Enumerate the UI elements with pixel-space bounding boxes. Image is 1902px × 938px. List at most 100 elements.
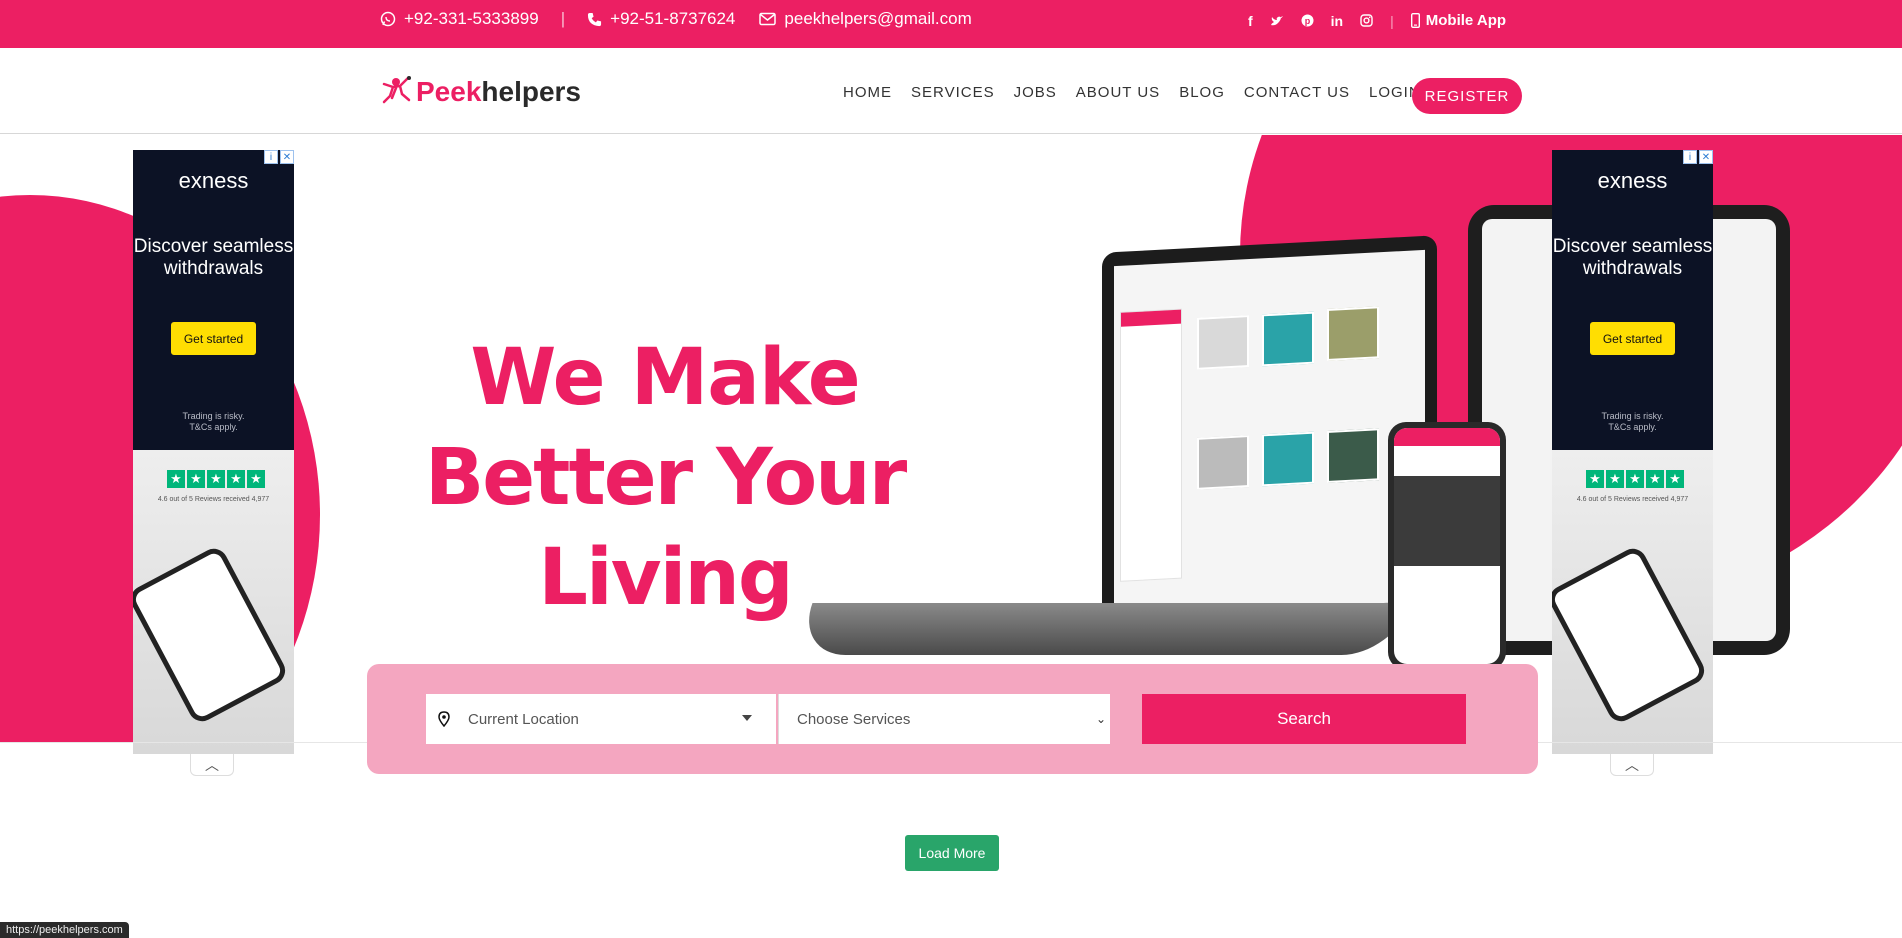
nav-about-us[interactable]: ABOUT US [1076,84,1160,101]
phone-header [1394,428,1500,446]
mobile-app-link[interactable]: Mobile App [1410,12,1507,29]
hero-headline-line2: Better Your Living [424,433,907,623]
star-icon: ★ [247,470,265,488]
mobile-app-label: Mobile App [1425,12,1507,29]
ad-cta-button[interactable]: Get started [171,322,256,355]
close-icon[interactable]: ✕ [1699,150,1713,164]
mobile-phone-icon [1410,13,1420,28]
phone-mockup [1388,422,1506,670]
ad-controls: i ✕ [1683,150,1713,164]
search-button[interactable]: Search [1142,694,1466,744]
phone-screen [1394,428,1500,664]
ad-banner-right[interactable]: i ✕ exness Discover seamless withdrawals… [1552,150,1713,754]
ad-review-text: 4.6 out of 5 Reviews received 4,977 [1576,496,1689,503]
ad-info-icon[interactable]: i [1683,150,1697,164]
svg-text:p: p [1304,16,1310,26]
laptop-card-image [1262,311,1314,367]
caret-down-icon [742,715,752,721]
ad-risk-note: Trading is risky. T&Cs apply. [133,411,294,433]
laptop-card-image [1327,428,1379,483]
location-select[interactable]: Current Location [426,694,776,744]
laptop-sidebar [1120,308,1182,582]
star-icon: ★ [187,470,205,488]
close-icon[interactable]: ✕ [280,150,294,164]
ad-cta-button[interactable]: Get started [1590,322,1675,355]
whatsapp-number: +92-331-5333899 [404,9,539,28]
ad-lower-panel: ★ ★ ★ ★ ★ 4.6 out of 5 Reviews received 4,97… [1552,450,1713,754]
ad-lower-panel: ★ ★ ★ ★ ★ 4.6 out of 5 Reviews received 4,97… [133,450,294,754]
star-icon: ★ [1666,470,1684,488]
ad-brand: exness [178,168,249,193]
ad-banner-left[interactable]: i ✕ exness Discover seamless withdrawals… [133,150,294,754]
ad-brand: exness [1597,168,1668,193]
pinterest-icon[interactable]: p [1301,14,1314,27]
nav-blog[interactable]: BLOG [1179,84,1225,101]
location-pin-icon [438,711,454,727]
star-icon: ★ [1586,470,1604,488]
ad-message: Discover seamless withdrawals [1552,236,1713,279]
hero-headline: We Make Better Your Living [305,328,1025,628]
logo-text-helpers: helpers [481,75,582,107]
main-menu: HOME SERVICES JOBS ABOUT US BLOG CONTACT… [843,84,1421,101]
top-contact-bar: +92-331-5333899 | +92-51-8737624 peekhel… [0,0,1902,48]
star-icon: ★ [207,470,225,488]
star-icon: ★ [1626,470,1644,488]
location-placeholder: Current Location [468,710,579,728]
main-navbar: Peek helpers HOME SERVICES JOBS ABOUT US… [0,48,1902,134]
contact-list: +92-331-5333899 | +92-51-8737624 peekhel… [380,9,972,29]
facebook-icon[interactable]: f [1248,13,1253,29]
ad-info-icon[interactable]: i [264,150,278,164]
twitter-icon[interactable] [1270,15,1284,27]
laptop-sidebar-header [1121,309,1181,327]
whatsapp-contact[interactable]: +92-331-5333899 [380,9,539,29]
phone-services-panel [1394,476,1500,566]
ad-risk-note: Trading is risky. T&Cs apply. [1552,411,1713,433]
linkedin-icon[interactable]: in [1331,13,1343,29]
chevron-up-icon[interactable]: ︿ [1610,754,1654,776]
envelope-icon [759,12,777,26]
ad-risk-line: Trading is risky. [182,411,245,421]
helper-mascot-icon [380,74,412,109]
register-button[interactable]: REGISTER [1412,78,1522,114]
star-icon: ★ [227,470,245,488]
ad-phone-image [1552,543,1710,727]
services-select[interactable]: Choose Services ⌄ [778,694,1110,744]
site-logo[interactable]: Peek helpers [380,74,581,109]
star-icon: ★ [167,470,185,488]
ad-risk-line: Trading is risky. [1601,411,1664,421]
laptop-card-image [1197,315,1249,370]
divider: | [1390,12,1394,29]
instagram-icon[interactable] [1360,14,1373,27]
search-panel: Current Location Choose Services ⌄ Searc… [367,664,1538,774]
laptop-base [793,603,1413,655]
status-bar-url: https://peekhelpers.com [0,922,129,938]
laptop-card-image [1197,435,1249,490]
divider: | [560,9,566,28]
ad-controls: i ✕ [264,150,294,164]
trustpilot-stars: ★ ★ ★ ★ ★ [167,470,265,488]
ad-risk-line: T&Cs apply. [189,422,238,432]
hero-headline-line1: We Make [470,333,860,423]
ad-message: Discover seamless withdrawals [133,236,294,279]
phone-contact[interactable]: +92-51-8737624 [587,9,735,29]
chevron-down-icon: ⌄ [1095,712,1106,726]
laptop-card-image [1327,306,1379,361]
email-contact[interactable]: peekhelpers@gmail.com [759,9,972,29]
trustpilot-stars: ★ ★ ★ ★ ★ [1586,470,1684,488]
phone-number: +92-51-8737624 [610,9,736,28]
nav-jobs[interactable]: JOBS [1014,84,1057,101]
laptop-screen [1114,249,1425,618]
nav-home[interactable]: HOME [843,84,892,101]
logo-text-peek: Peek [416,75,482,107]
nav-services[interactable]: SERVICES [911,84,995,101]
services-placeholder: Choose Services [797,710,911,728]
load-more-button[interactable]: Load More [905,835,999,871]
phone-icon [587,12,602,27]
ad-phone-image [133,543,291,727]
laptop-mockup [1102,235,1437,618]
chevron-up-icon[interactable]: ︿ [190,754,234,776]
nav-contact-us[interactable]: CONTACT US [1244,84,1350,101]
star-icon: ★ [1606,470,1624,488]
email-address: peekhelpers@gmail.com [784,9,972,28]
ad-risk-line: T&Cs apply. [1608,422,1657,432]
